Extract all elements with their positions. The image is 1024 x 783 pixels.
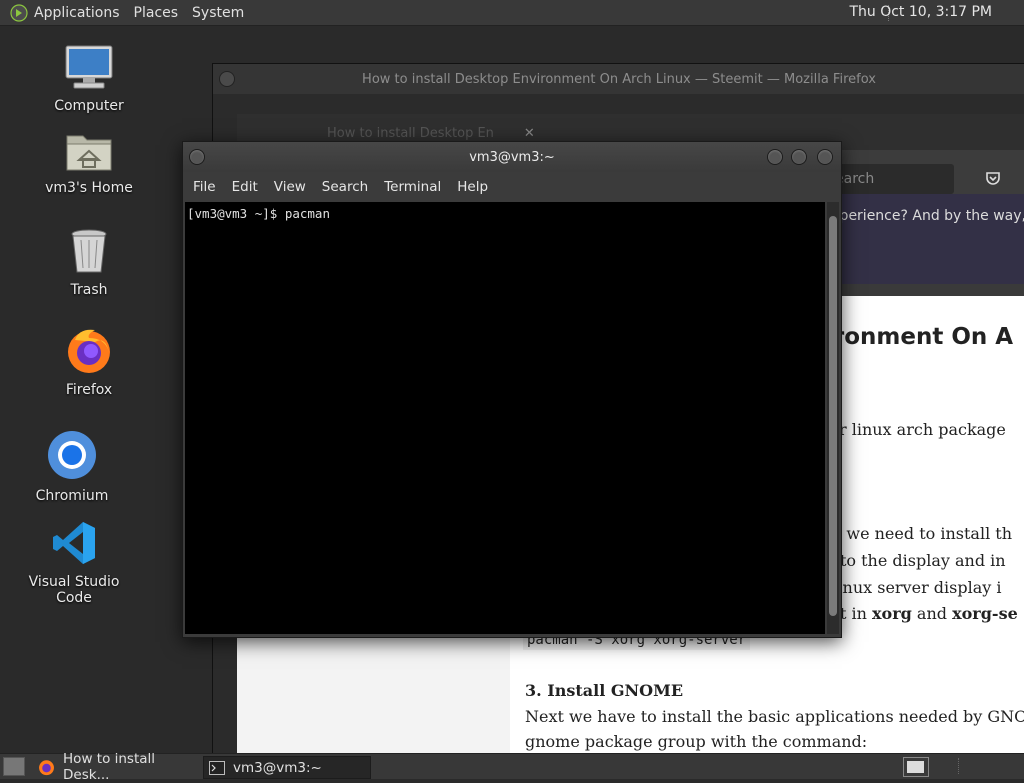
desktop-icon-chromium[interactable]: Chromium [12, 430, 132, 504]
notification-area [958, 758, 1019, 774]
desktop-icon-label: Firefox [65, 382, 113, 398]
terminal-output[interactable]: [vm3@vm3 ~]$ pacman [185, 202, 825, 634]
firefox-titlebar[interactable]: How to install Desktop Environment On Ar… [213, 64, 1024, 94]
workspace-switcher[interactable] [903, 757, 929, 777]
pocket-icon[interactable] [985, 170, 1001, 186]
desktop-icon-computer[interactable]: Computer [29, 44, 149, 114]
firefox-icon [39, 759, 54, 775]
workspace-active[interactable] [907, 761, 924, 773]
window-menu-button[interactable] [189, 149, 205, 165]
menu-help[interactable]: Help [457, 179, 488, 195]
desktop-icon-label: Chromium [35, 488, 109, 504]
close-tab-icon[interactable]: ✕ [524, 126, 535, 141]
scrollbar-thumb[interactable] [829, 216, 837, 616]
desktop-icon-home[interactable]: vm3's Home [29, 128, 149, 196]
article-text: gnome package group with the command: [525, 732, 868, 751]
taskbar-item-firefox[interactable]: How to install Desk... [34, 751, 198, 783]
firefox-icon [68, 329, 110, 373]
main-menu: Applications Places System [4, 3, 258, 22]
home-folder-icon [66, 135, 112, 171]
taskbar-item-terminal[interactable]: vm3@vm3:~ [203, 756, 371, 779]
menu-view[interactable]: View [274, 179, 306, 195]
menu-places[interactable]: Places [134, 5, 179, 21]
menu-terminal[interactable]: Terminal [384, 179, 441, 195]
computer-icon [65, 45, 113, 89]
desktop-icon-label: Computer [54, 98, 124, 114]
desktop-icon-label: Trash [70, 282, 108, 298]
terminal-window[interactable]: vm3@vm3:~ File Edit View Search Terminal… [182, 141, 842, 638]
desktop-icon-firefox[interactable]: Firefox [29, 326, 149, 398]
close-button[interactable] [817, 149, 833, 165]
terminal-prompt-line: [vm3@vm3 ~]$ pacman [187, 206, 330, 221]
firefox-tab[interactable]: How to install Desktop En ✕ [327, 126, 535, 141]
taskbar-item-label: vm3@vm3:~ [233, 759, 322, 776]
menu-search[interactable]: Search [322, 179, 368, 195]
vscode-icon [53, 522, 95, 564]
trash-icon [71, 229, 107, 273]
top-panel: Applications Places System Thu Oct 10, 3… [0, 0, 1024, 26]
terminal-title: vm3@vm3:~ [469, 149, 555, 165]
terminal-scrollbar[interactable] [827, 202, 839, 634]
menu-file[interactable]: File [193, 179, 216, 195]
terminal-titlebar[interactable]: vm3@vm3:~ [183, 142, 841, 172]
maximize-button[interactable] [791, 149, 807, 165]
firefox-window-title: How to install Desktop Environment On Ar… [362, 71, 876, 87]
menu-edit[interactable]: Edit [232, 179, 258, 195]
terminal-icon [209, 760, 225, 775]
article-text: Next we have to install the basic applic… [525, 707, 1024, 726]
section-heading: 3. Install GNOME [525, 681, 684, 700]
bottom-taskbar: How to install Desk... vm3@vm3:~ [0, 751, 1024, 783]
desktop-icon-label: vm3's Home [45, 180, 133, 196]
desktop-icon-trash[interactable]: Trash [29, 228, 149, 298]
clock[interactable]: Thu Oct 10, 3:17 PM [849, 4, 992, 20]
menu-applications[interactable]: Applications [34, 5, 120, 21]
chromium-icon [48, 431, 96, 479]
mate-logo-icon [10, 3, 28, 22]
desktop-icon-label: Visual Studio Code [28, 574, 120, 606]
terminal-menubar: File Edit View Search Terminal Help [183, 172, 841, 202]
minimize-button[interactable] [767, 149, 783, 165]
desktop-icon-vscode[interactable]: Visual Studio Code [14, 520, 134, 606]
window-menu-button[interactable] [219, 71, 235, 87]
show-desktop-icon[interactable] [3, 757, 25, 776]
menu-system[interactable]: System [192, 5, 244, 21]
tab-title: How to install Desktop En [327, 126, 494, 141]
